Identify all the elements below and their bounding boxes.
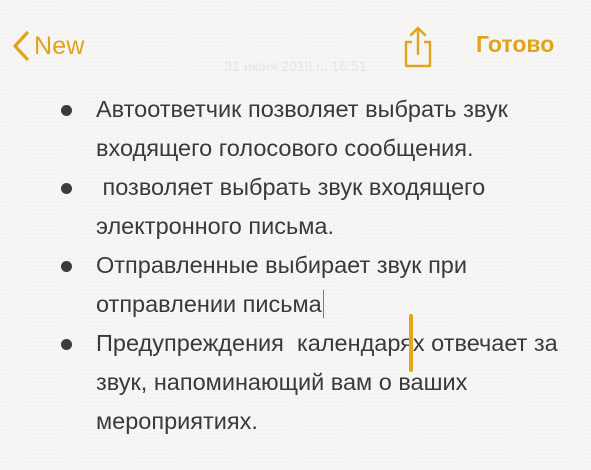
list-item-text: Предупреждения календарях отвечает за зв… <box>96 330 565 434</box>
text-cursor <box>322 290 325 318</box>
bullet-list: Автоответчик позволяет выбрать звук вход… <box>56 90 576 441</box>
selection-handle[interactable] <box>409 314 413 372</box>
list-item-text: Автоответчик позволяет выбрать звук вход… <box>96 96 508 161</box>
back-button-label: New <box>34 31 85 60</box>
list-item-text: позволяет выбрать звук входящего электро… <box>96 174 492 239</box>
list-item[interactable]: Автоответчик позволяет выбрать звук вход… <box>56 90 576 168</box>
bullet-icon <box>61 261 72 272</box>
note-date: 31 июня 2018 г., 16:51 <box>224 58 367 74</box>
list-item[interactable]: Отправленные выбирает звук при отправлен… <box>56 246 576 324</box>
bullet-icon <box>61 105 72 116</box>
list-item-text: Отправленные выбирает звук при отправлен… <box>96 252 467 317</box>
chevron-left-icon <box>13 31 29 61</box>
list-item[interactable]: Предупреждения календарях отвечает за зв… <box>56 324 576 441</box>
navigation-bar: New Готово 31 июня 2018 г., 16:51 <box>0 0 591 90</box>
bullet-icon <box>61 183 72 194</box>
done-button[interactable]: Готово <box>476 31 554 58</box>
list-item[interactable]: позволяет выбрать звук входящего электро… <box>56 168 576 246</box>
note-editor[interactable]: Автоответчик позволяет выбрать звук вход… <box>56 90 576 441</box>
bullet-icon <box>61 339 72 350</box>
